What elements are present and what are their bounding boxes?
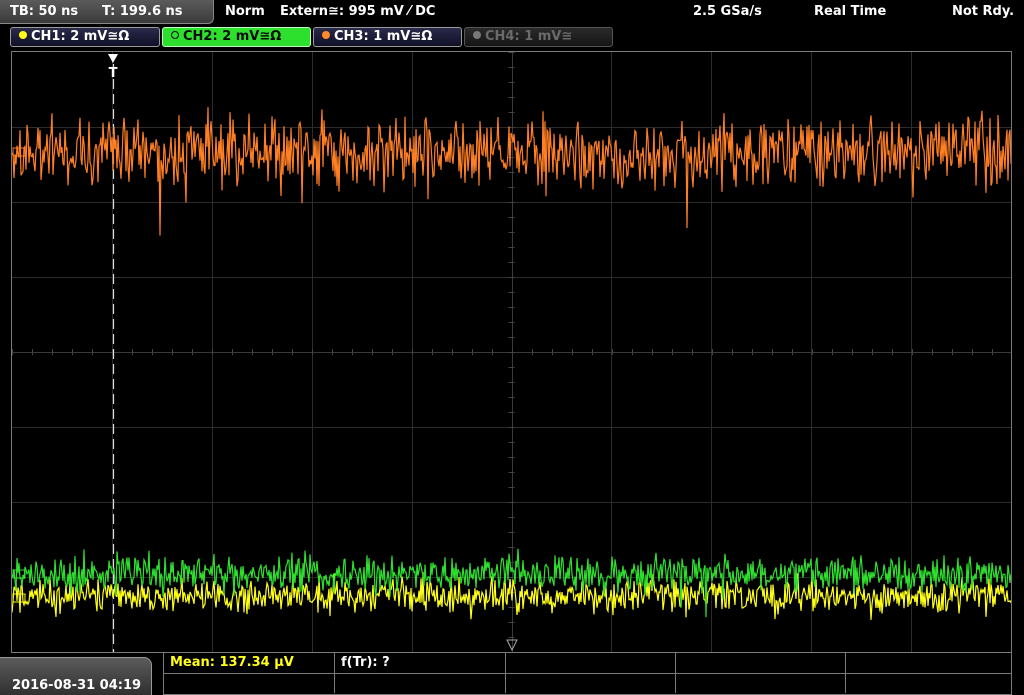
acquisition-mode-label[interactable]: Real Time <box>814 4 886 19</box>
channel-1-label: CH1: 2 mV≅Ω <box>31 29 130 44</box>
channel-3-label: CH3: 1 mV≅Ω <box>334 29 433 44</box>
measurement-row-divider <box>164 673 1011 674</box>
ch3-trace <box>12 107 1011 236</box>
timebase-label: TB: 50 ns <box>10 4 79 19</box>
channel-1-dot-icon <box>19 31 27 39</box>
channel-2-button[interactable]: CH2: 2 mV≅Ω <box>162 27 311 47</box>
trigger-source-label[interactable]: Extern≅: 995 mV ⁄ DC <box>280 4 435 19</box>
trigger-time-label: T: 199.6 ns <box>102 4 183 19</box>
trigger-marker-icon: T <box>108 54 118 81</box>
ftr-measurement: f(Tr): ? <box>341 655 390 670</box>
channel-4-dot-icon <box>473 31 481 39</box>
datetime-label: 2016-08-31 04:19 <box>12 678 142 693</box>
mean-measurement: Mean: 137.34 µV <box>170 655 294 670</box>
channel-1-button[interactable]: CH1: 2 mV≅Ω <box>10 27 160 47</box>
trigger-marker-label: T <box>109 66 118 81</box>
waveform-display[interactable]: T <box>11 51 1012 653</box>
channel-2-dot-icon <box>171 31 179 39</box>
datetime-box: 2016-08-31 04:19 <box>0 657 152 695</box>
ground-markers <box>12 147 26 603</box>
bottom-bar: 2016-08-31 04:19 Mean: 137.34 µV f(Tr): … <box>0 653 1024 695</box>
trigger-mode-label[interactable]: Norm <box>225 4 265 19</box>
measurement-table[interactable]: Mean: 137.34 µV f(Tr): ? <box>163 653 1012 695</box>
channel-4-button[interactable]: CH4: 1 mV≅ <box>464 27 613 47</box>
waveform-canvas: T <box>12 52 1011 652</box>
channel-3-dot-icon <box>322 31 330 39</box>
status-bar: TB: 50 ns T: 199.6 ns Norm Extern≅: 995 … <box>0 0 1024 26</box>
timebase-box[interactable]: TB: 50 ns T: 199.6 ns <box>0 0 214 24</box>
channel-4-label: CH4: 1 mV≅ <box>485 29 573 44</box>
acquisition-state-label: Not Rdy. <box>952 4 1015 19</box>
sample-rate-label: 2.5 GSa/s <box>693 4 762 19</box>
channel-bar: CH1: 2 mV≅Ω CH2: 2 mV≅Ω CH3: 1 mV≅Ω CH4:… <box>0 27 1024 48</box>
ch2-trace <box>12 548 1011 618</box>
channel-3-button[interactable]: CH3: 1 mV≅Ω <box>313 27 462 47</box>
channel-2-label: CH2: 2 mV≅Ω <box>183 29 282 44</box>
